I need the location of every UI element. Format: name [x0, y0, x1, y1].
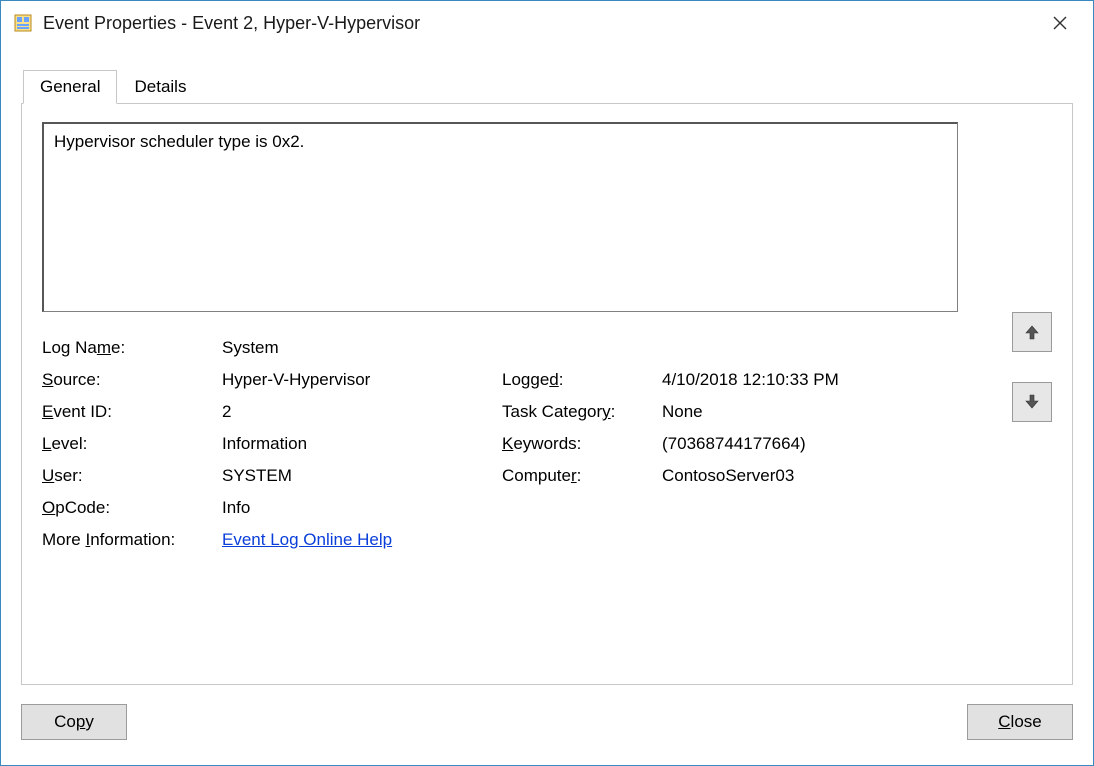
label-keywords: Keywords:	[502, 434, 662, 454]
tab-details[interactable]: Details	[117, 70, 203, 104]
event-viewer-icon	[13, 13, 33, 33]
tab-general[interactable]: General	[23, 70, 117, 104]
label-logged: Logged:	[502, 370, 662, 390]
label-computer: Computer:	[502, 466, 662, 486]
label-source: Source:	[42, 370, 222, 390]
event-properties-window: Event Properties - Event 2, Hyper-V-Hype…	[0, 0, 1094, 766]
arrow-down-icon	[1023, 393, 1041, 411]
label-event-id: Event ID:	[42, 402, 222, 422]
event-description-textbox[interactable]: Hypervisor scheduler type is 0x2.	[42, 122, 958, 312]
tabstrip: General Details	[23, 65, 1073, 103]
label-opcode: OpCode:	[42, 498, 222, 518]
panel-side	[992, 122, 1052, 666]
dialog-footer: Copy Close	[21, 685, 1073, 745]
label-log-name: Log Name:	[42, 338, 222, 358]
value-source: Hyper-V-Hypervisor	[222, 370, 502, 390]
value-user: SYSTEM	[222, 466, 502, 486]
arrow-up-icon	[1023, 323, 1041, 341]
window-title: Event Properties - Event 2, Hyper-V-Hype…	[43, 13, 1037, 34]
previous-event-button[interactable]	[1012, 312, 1052, 352]
label-task-category: Task Category:	[502, 402, 662, 422]
value-task-category: None	[662, 402, 922, 422]
event-fields: Log Name: System Source: Hyper-V-Hypervi…	[42, 338, 992, 550]
close-window-button[interactable]	[1037, 8, 1083, 38]
value-level: Information	[222, 434, 502, 454]
client-area: General Details Hypervisor scheduler typ…	[1, 45, 1093, 765]
label-level: Level:	[42, 434, 222, 454]
value-event-id: 2	[222, 402, 502, 422]
label-user: User:	[42, 466, 222, 486]
value-computer: ContosoServer03	[662, 466, 922, 486]
link-event-log-online-help[interactable]: Event Log Online Help	[222, 530, 392, 549]
copy-button[interactable]: Copy	[21, 704, 127, 740]
event-description-text: Hypervisor scheduler type is 0x2.	[54, 132, 304, 151]
value-logged: 4/10/2018 12:10:33 PM	[662, 370, 922, 390]
panel-main: Hypervisor scheduler type is 0x2. Log Na…	[42, 122, 992, 666]
titlebar: Event Properties - Event 2, Hyper-V-Hype…	[1, 1, 1093, 45]
label-more-information: More Information:	[42, 530, 222, 550]
value-log-name: System	[222, 338, 502, 358]
value-keywords: (70368744177664)	[662, 434, 922, 454]
close-button[interactable]: Close	[967, 704, 1073, 740]
value-opcode: Info	[222, 498, 502, 518]
next-event-button[interactable]	[1012, 382, 1052, 422]
tab-panel-general: Hypervisor scheduler type is 0x2. Log Na…	[21, 103, 1073, 685]
